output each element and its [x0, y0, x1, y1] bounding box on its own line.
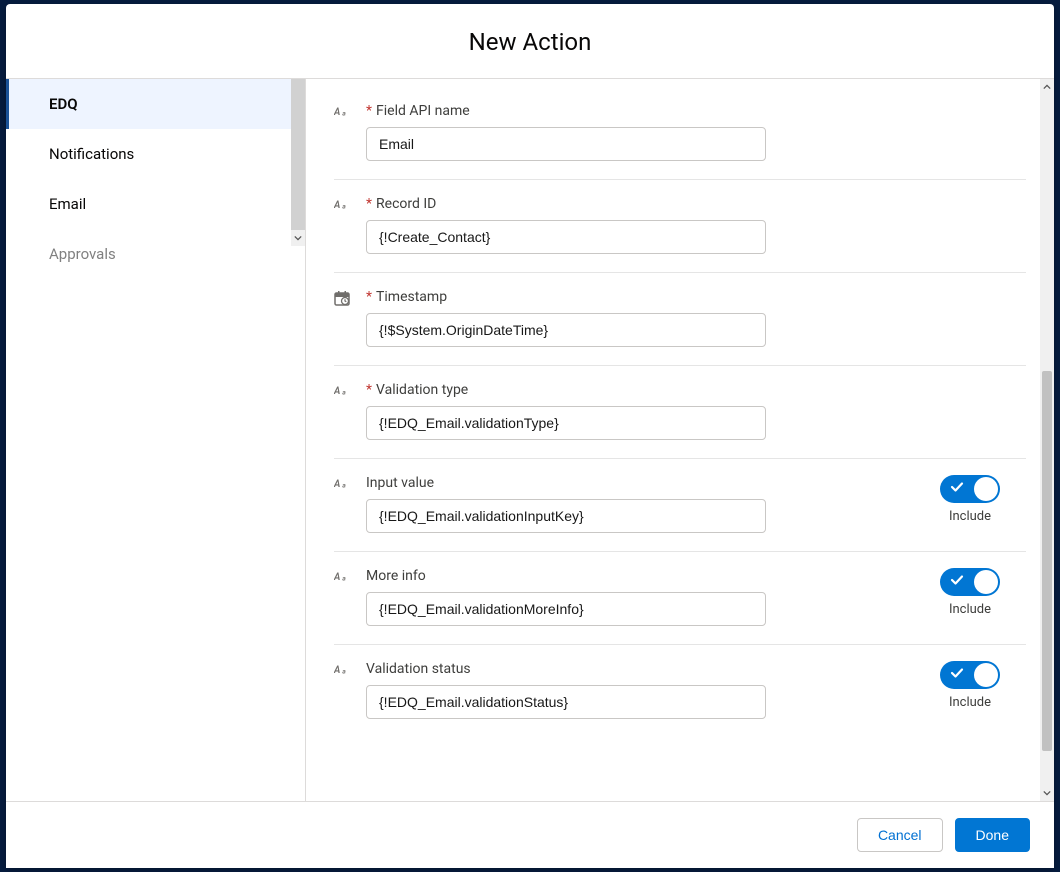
- svg-text:A: A: [334, 386, 340, 397]
- field-body: Input value: [366, 475, 916, 533]
- text-type-icon: Aa: [334, 104, 352, 122]
- svg-text:A: A: [334, 665, 340, 676]
- required-asterisk: *: [366, 196, 372, 212]
- field-row-validation-type: Aa * Validation type: [334, 366, 1026, 459]
- field-label: * Validation type: [366, 382, 966, 398]
- text-type-icon: Aa: [334, 383, 352, 401]
- toggle-knob: [974, 663, 998, 687]
- sidebar-item-label: Notifications: [49, 145, 134, 163]
- svg-text:A: A: [334, 200, 340, 211]
- svg-text:a: a: [342, 668, 346, 676]
- svg-text:A: A: [334, 479, 340, 490]
- field-label: Input value: [366, 475, 916, 491]
- sidebar-item-notifications[interactable]: Notifications: [6, 129, 305, 179]
- sidebar-item-label: Email: [49, 195, 86, 213]
- main-scrollbar[interactable]: [1040, 79, 1054, 801]
- sidebar-scroll[interactable]: EDQ Notifications Email Approvals: [6, 79, 305, 801]
- input-value-input[interactable]: [366, 499, 766, 533]
- sidebar-scrollbar-down-arrow[interactable]: [291, 230, 305, 246]
- field-body: More info: [366, 568, 916, 626]
- modal-body: EDQ Notifications Email Approvals: [6, 79, 1054, 801]
- field-label-text: Input value: [366, 475, 434, 491]
- check-icon: [950, 573, 964, 591]
- svg-text:a: a: [342, 482, 346, 490]
- sidebar-scrollbar-track[interactable]: [291, 79, 305, 230]
- sidebar-scrollbar[interactable]: [291, 79, 305, 246]
- toggle-knob: [974, 477, 998, 501]
- field-label-text: Field API name: [376, 103, 470, 119]
- field-row-validation-status: Aa Validation status Include: [334, 645, 1026, 737]
- svg-text:a: a: [342, 110, 346, 118]
- cancel-button[interactable]: Cancel: [857, 818, 943, 852]
- svg-text:A: A: [334, 107, 340, 118]
- field-row-input-value: Aa Input value Include: [334, 459, 1026, 552]
- required-asterisk: *: [366, 382, 372, 398]
- text-type-icon: Aa: [334, 569, 352, 587]
- include-toggle-validation-status[interactable]: [940, 661, 1000, 689]
- field-label: Validation status: [366, 661, 916, 677]
- field-body: * Validation type: [366, 382, 966, 440]
- check-icon: [950, 480, 964, 498]
- field-body: Validation status: [366, 661, 916, 719]
- svg-text:A: A: [334, 572, 340, 583]
- field-row-more-info: Aa More info Include: [334, 552, 1026, 645]
- sidebar-item-edq[interactable]: EDQ: [6, 79, 305, 129]
- modal-title: New Action: [6, 28, 1054, 56]
- toggle-label: Include: [949, 602, 991, 617]
- date-type-icon: [334, 290, 352, 308]
- scrollbar-up-arrow[interactable]: [1040, 79, 1054, 95]
- svg-text:a: a: [342, 203, 346, 211]
- sidebar: EDQ Notifications Email Approvals: [6, 79, 306, 801]
- toggle-knob: [974, 570, 998, 594]
- field-label: * Timestamp: [366, 289, 966, 305]
- sidebar-item-label: Approvals: [49, 245, 116, 263]
- include-toggle-input-value[interactable]: [940, 475, 1000, 503]
- sidebar-item-email[interactable]: Email: [6, 179, 305, 229]
- timestamp-input[interactable]: [366, 313, 766, 347]
- done-button[interactable]: Done: [955, 818, 1030, 852]
- toggle-label: Include: [949, 695, 991, 710]
- text-type-icon: Aa: [334, 476, 352, 494]
- text-type-icon: Aa: [334, 662, 352, 680]
- scrollbar-down-arrow[interactable]: [1040, 785, 1054, 801]
- field-label-text: Record ID: [376, 196, 436, 212]
- more-info-input[interactable]: [366, 592, 766, 626]
- scrollbar-thumb[interactable]: [1042, 371, 1052, 751]
- check-icon: [950, 666, 964, 684]
- text-type-icon: Aa: [334, 197, 352, 215]
- required-asterisk: *: [366, 289, 372, 305]
- main-content[interactable]: Aa * Field API name Aa *: [306, 79, 1054, 801]
- field-label: * Record ID: [366, 196, 966, 212]
- new-action-modal: New Action EDQ Notifications Email Appro…: [6, 4, 1054, 868]
- required-asterisk: *: [366, 103, 372, 119]
- record-id-input[interactable]: [366, 220, 766, 254]
- field-label: * Field API name: [366, 103, 966, 119]
- svg-text:a: a: [342, 575, 346, 583]
- svg-text:a: a: [342, 389, 346, 397]
- field-api-name-input[interactable]: [366, 127, 766, 161]
- field-label-text: Validation status: [366, 661, 471, 677]
- field-row-field-api-name: Aa * Field API name: [334, 87, 1026, 180]
- field-label-text: Validation type: [376, 382, 468, 398]
- modal-header: New Action: [6, 4, 1054, 79]
- sidebar-item-label: EDQ: [49, 95, 78, 113]
- field-label-text: Timestamp: [376, 289, 447, 305]
- field-label: More info: [366, 568, 916, 584]
- modal-footer: Cancel Done: [6, 801, 1054, 868]
- field-body: * Timestamp: [366, 289, 966, 347]
- include-toggle-col: Include: [930, 475, 1010, 524]
- field-row-record-id: Aa * Record ID: [334, 180, 1026, 273]
- include-toggle-col: Include: [930, 568, 1010, 617]
- validation-status-input[interactable]: [366, 685, 766, 719]
- include-toggle-more-info[interactable]: [940, 568, 1000, 596]
- scrollbar-track[interactable]: [1040, 95, 1054, 785]
- field-body: * Field API name: [366, 103, 966, 161]
- field-body: * Record ID: [366, 196, 966, 254]
- field-row-timestamp: * Timestamp: [334, 273, 1026, 366]
- field-label-text: More info: [366, 568, 426, 584]
- sidebar-item-approvals[interactable]: Approvals: [6, 229, 305, 279]
- toggle-label: Include: [949, 509, 991, 524]
- validation-type-input[interactable]: [366, 406, 766, 440]
- include-toggle-col: Include: [930, 661, 1010, 710]
